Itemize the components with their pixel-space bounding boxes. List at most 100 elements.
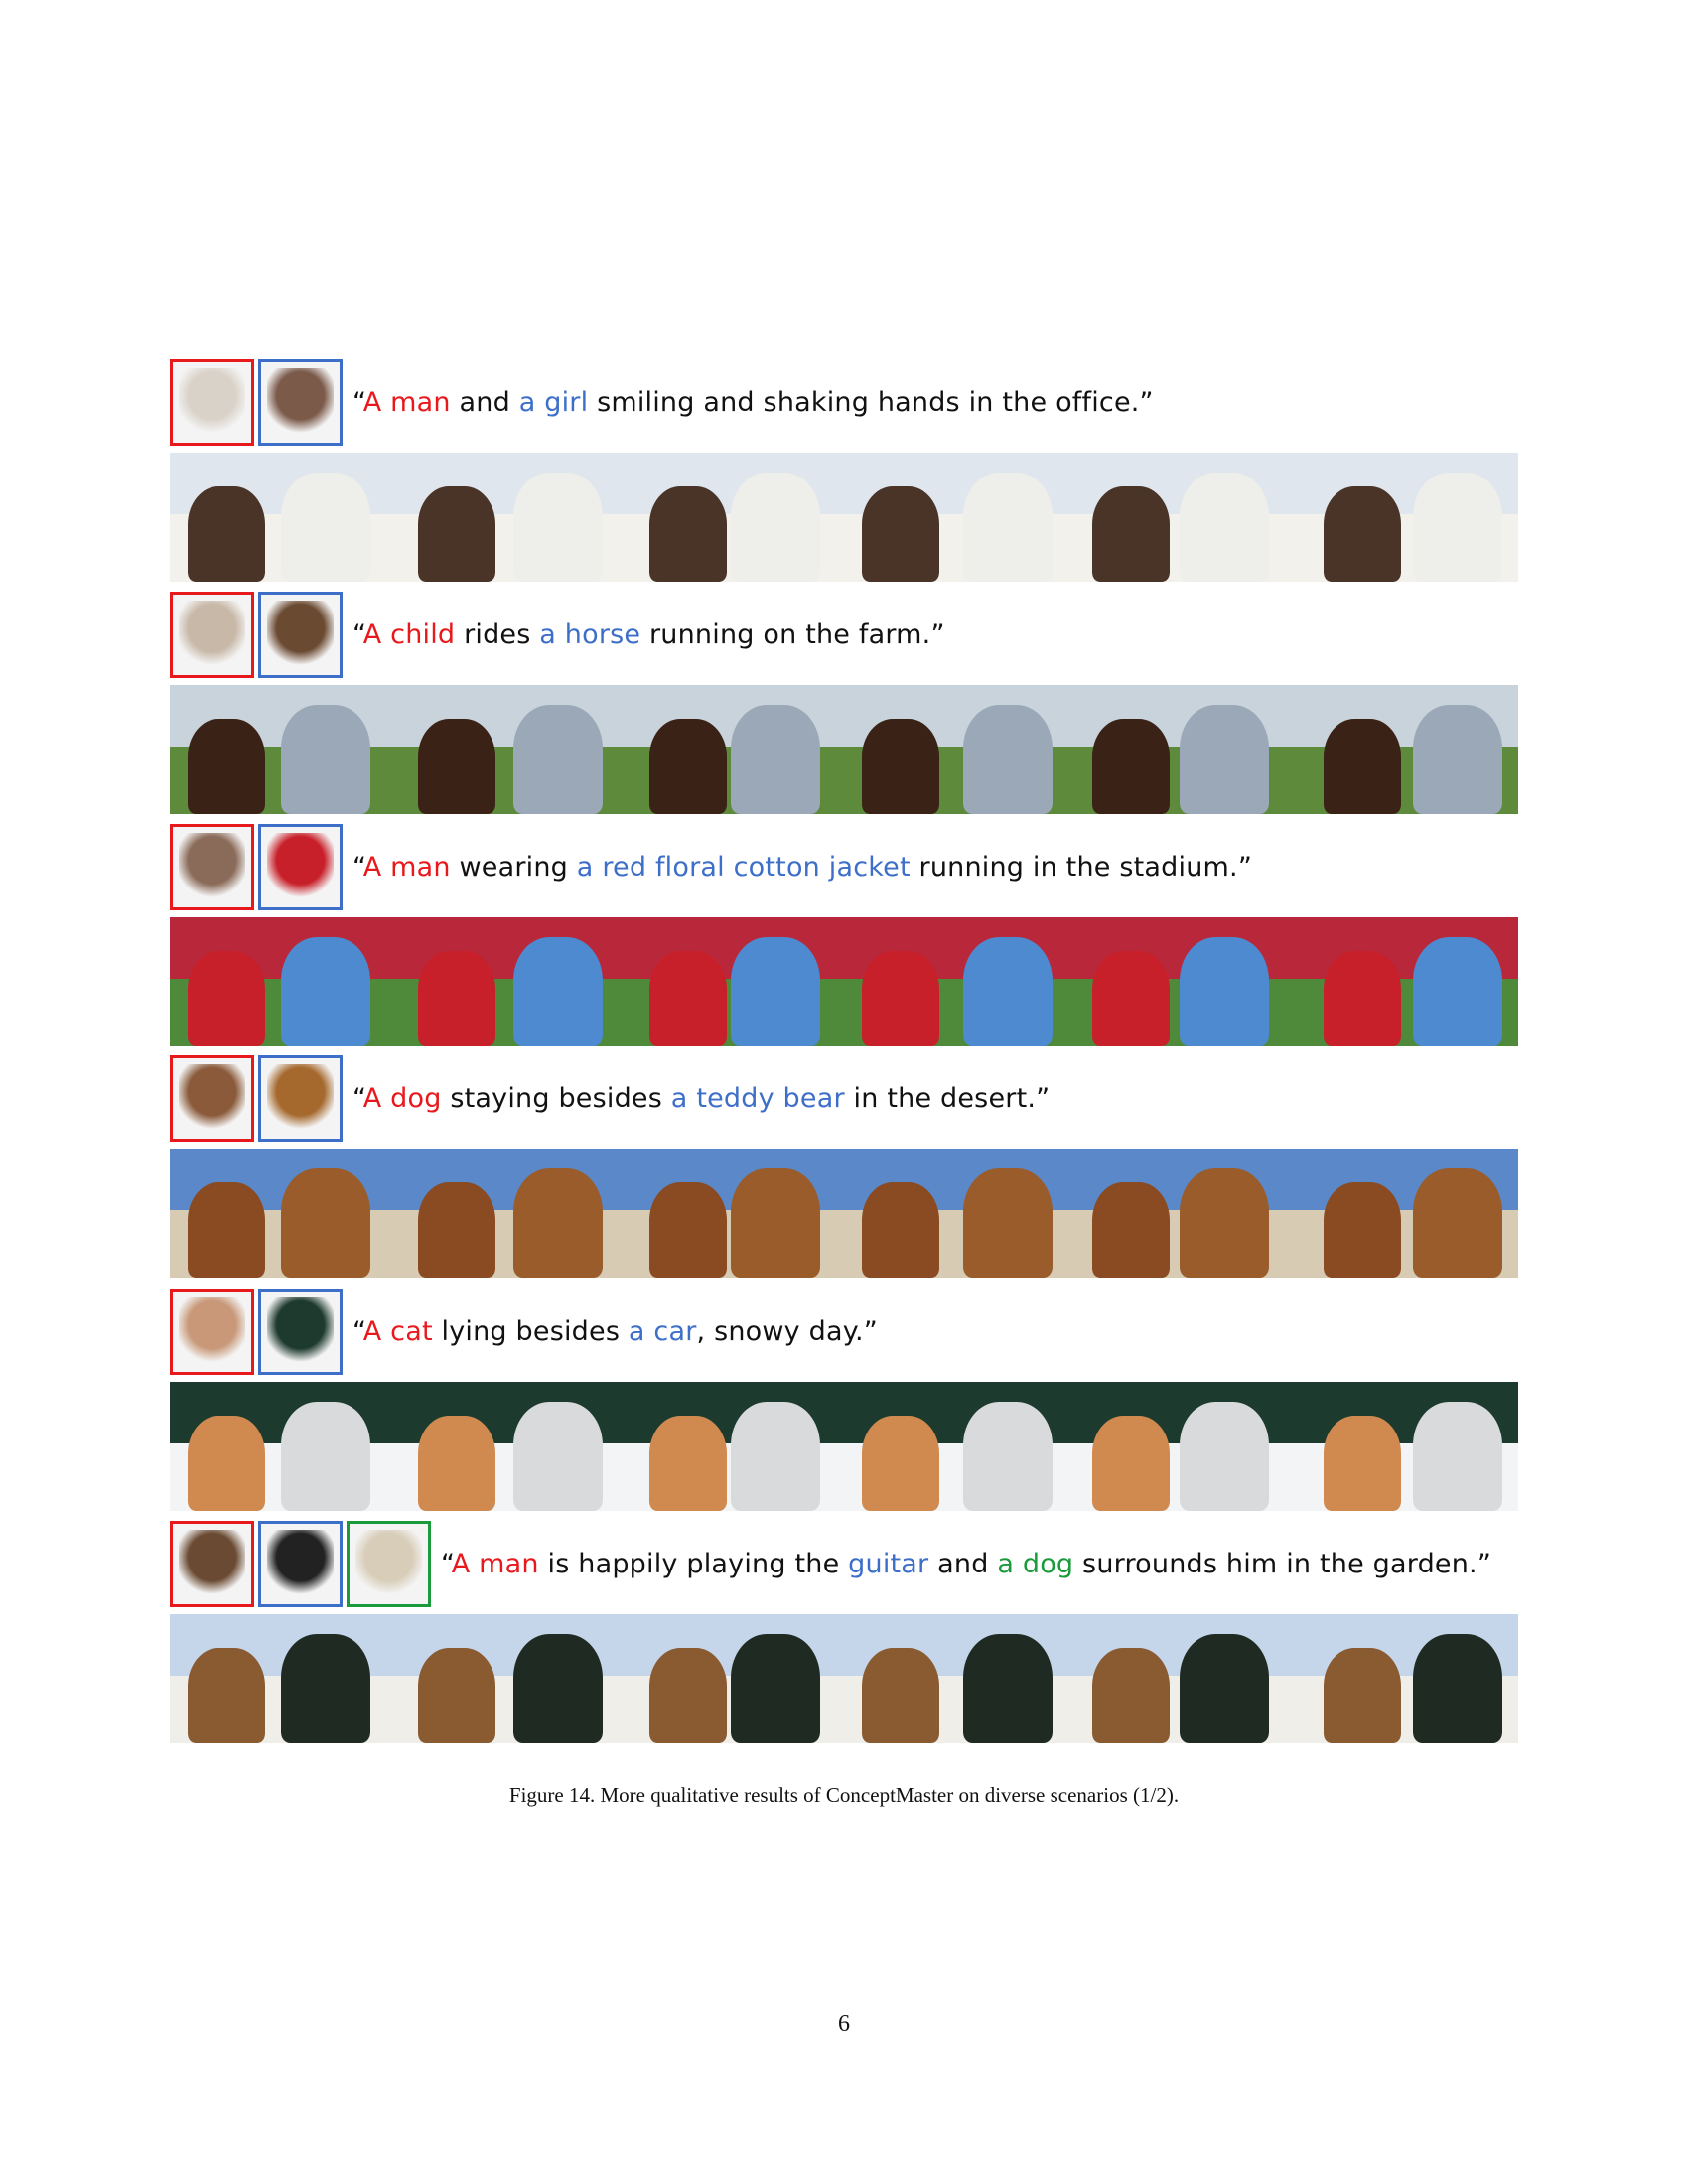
- subject-concept-1: [188, 719, 265, 814]
- result-row: “A dog staying besides a teddy bear in t…: [170, 1053, 1518, 1278]
- subject-concept-1: [188, 1416, 265, 1511]
- video-frame: [843, 1149, 1069, 1278]
- prompt-segment: lying besides: [432, 1315, 629, 1347]
- red-floral-jacket-reference-image: [258, 823, 343, 910]
- video-frame: [843, 453, 1069, 582]
- subject-concept-2: [962, 1402, 1053, 1511]
- video-frame: [619, 917, 844, 1046]
- subject-concept-1: [1323, 719, 1401, 814]
- reference-thumbnail: [179, 367, 245, 437]
- reference-thumbnail: [179, 832, 245, 901]
- video-frame: [170, 1614, 395, 1743]
- subject-concept-1: [648, 1648, 727, 1743]
- prompt-segment: “: [352, 386, 363, 418]
- prompt-segment: A man: [451, 1548, 539, 1579]
- subject-concept-1: [1092, 1648, 1171, 1743]
- prompt-segment: staying besides: [441, 1082, 671, 1114]
- subject-concept-1: [861, 1182, 939, 1278]
- reference-thumbnail: [355, 1529, 422, 1598]
- reference-thumbnail: [267, 1297, 334, 1366]
- video-frame: [1293, 1149, 1518, 1278]
- video-frame: [394, 453, 620, 582]
- subject-concept-2: [513, 705, 604, 814]
- subject-concept-1: [1092, 951, 1171, 1046]
- subject-concept-2: [730, 705, 820, 814]
- prompt-segment: “: [352, 618, 363, 650]
- subject-concept-1: [188, 1182, 265, 1278]
- text-prompt: “A man is happily playing the guitar and…: [441, 1549, 1491, 1579]
- text-prompt: “A cat lying besides a car, snowy day.”: [352, 1316, 878, 1347]
- dog-reference-image: [170, 1054, 254, 1142]
- subject-concept-2: [1412, 473, 1502, 582]
- subject-concept-2: [1412, 1168, 1502, 1278]
- prompt-segment: a girl: [518, 386, 589, 418]
- subject-concept-1: [418, 719, 496, 814]
- subject-concept-2: [1412, 937, 1502, 1046]
- subject-concept-1: [1323, 1416, 1401, 1511]
- reference-thumbnail: [267, 1529, 334, 1598]
- subject-concept-1: [418, 951, 496, 1046]
- man-reference-image: [170, 1520, 254, 1607]
- subject-concept-2: [730, 1168, 820, 1278]
- video-frame: [619, 685, 844, 814]
- video-frame: [619, 1614, 844, 1743]
- prompt-segment: surrounds him in the garden.”: [1073, 1548, 1492, 1579]
- video-frame: [843, 917, 1069, 1046]
- subject-concept-1: [861, 1416, 939, 1511]
- generated-video-frames: [170, 1614, 1518, 1743]
- subject-concept-2: [513, 1634, 604, 1743]
- prompt-segment: a teddy bear: [670, 1082, 845, 1114]
- reference-row: “A man wearing a red floral cotton jacke…: [170, 822, 1518, 911]
- man-face-reference-image: [170, 823, 254, 910]
- video-frame: [619, 453, 844, 582]
- subject-concept-1: [188, 1648, 265, 1743]
- text-prompt: “A dog staying besides a teddy bear in t…: [352, 1083, 1050, 1114]
- text-prompt: “A man wearing a red floral cotton jacke…: [352, 852, 1252, 883]
- video-frame: [619, 1382, 844, 1511]
- prompt-segment: running on the farm.”: [640, 618, 945, 650]
- generated-video-frames: [170, 1149, 1518, 1278]
- subject-concept-1: [648, 719, 727, 814]
- generated-video-frames: [170, 453, 1518, 582]
- prompt-segment: in the desert.”: [844, 1082, 1051, 1114]
- text-prompt: “A man and a girl smiling and shaking ha…: [352, 387, 1154, 418]
- subject-concept-1: [861, 719, 939, 814]
- subject-concept-1: [1323, 951, 1401, 1046]
- guitar-reference-image: [258, 1520, 343, 1607]
- subject-concept-1: [418, 486, 496, 582]
- subject-concept-2: [1180, 705, 1270, 814]
- reference-row: “A child rides a horse running on the fa…: [170, 590, 1518, 679]
- prompt-segment: A man: [362, 851, 451, 883]
- subject-concept-2: [730, 1402, 820, 1511]
- subject-concept-2: [730, 1634, 820, 1743]
- teddy-bear-reference-image: [258, 1054, 343, 1142]
- video-frame: [1068, 1614, 1294, 1743]
- prompt-segment: is happily playing the: [538, 1548, 849, 1579]
- reference-thumbnail: [267, 600, 334, 669]
- video-frame: [394, 1149, 620, 1278]
- cat-reference-image: [170, 1288, 254, 1375]
- subject-concept-1: [1323, 1648, 1401, 1743]
- prompt-segment: A man: [362, 386, 451, 418]
- video-frame: [170, 685, 395, 814]
- video-frame: [843, 1614, 1069, 1743]
- subject-concept-2: [281, 473, 370, 582]
- subject-concept-1: [418, 1648, 496, 1743]
- prompt-segment: guitar: [848, 1548, 929, 1579]
- subject-concept-2: [962, 1634, 1053, 1743]
- subject-concept-2: [281, 1168, 370, 1278]
- subject-concept-2: [962, 937, 1053, 1046]
- video-frame: [1068, 453, 1294, 582]
- video-frame: [170, 917, 395, 1046]
- subject-concept-2: [962, 473, 1053, 582]
- video-frame: [619, 1149, 844, 1278]
- prompt-segment: rides: [455, 618, 540, 650]
- video-frame: [1068, 1382, 1294, 1511]
- prompt-segment: A child: [362, 618, 456, 650]
- video-frame: [1293, 1382, 1518, 1511]
- subject-concept-1: [648, 486, 727, 582]
- subject-concept-1: [1092, 1416, 1171, 1511]
- reference-row: “A man and a girl smiling and shaking ha…: [170, 357, 1518, 447]
- subject-concept-1: [188, 951, 265, 1046]
- reference-thumbnail: [179, 1529, 245, 1598]
